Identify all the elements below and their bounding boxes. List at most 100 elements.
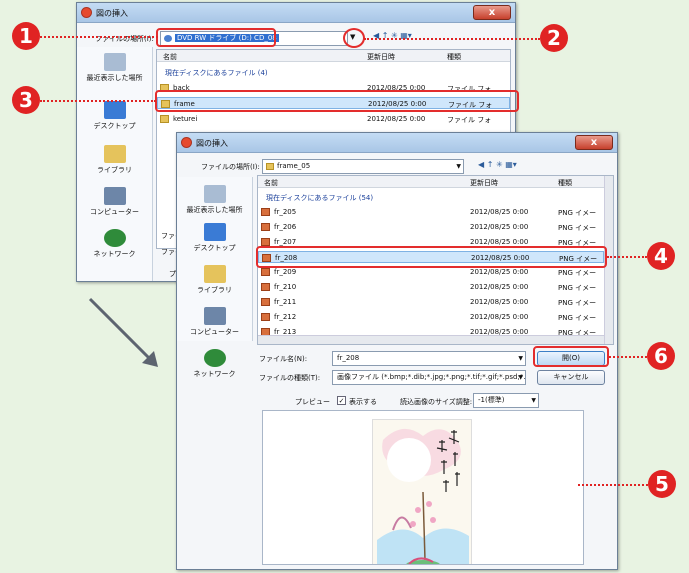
group-header: 現在ディスクにあるファイル (54)	[266, 194, 374, 202]
png-file-icon	[261, 313, 270, 321]
chevron-down-icon: ▼	[518, 355, 523, 362]
cell-type: PNG イメー	[558, 284, 597, 292]
marker-4: 4	[647, 242, 675, 270]
list-item[interactable]: fr_205 2012/08/25 0:00 PNG イメー	[258, 206, 604, 218]
group-header: 現在ディスクにあるファイル (4)	[165, 69, 268, 77]
png-file-icon	[261, 208, 270, 216]
col-type[interactable]: 種類	[447, 52, 461, 62]
col-name[interactable]: 名前	[264, 178, 278, 188]
col-date[interactable]: 更新日時	[367, 52, 395, 62]
place-desktop[interactable]: デスクトップ	[177, 223, 252, 253]
place-network[interactable]: ネットワーク	[177, 349, 252, 379]
leader-line-1	[40, 36, 158, 38]
places-bar: 最近表示した場所 デスクトップ ライブラリ コンピューター ネットワーク	[77, 47, 153, 281]
location-label: ファイルの場所(I):	[201, 163, 260, 171]
place-recent[interactable]: 最近表示した場所	[177, 185, 252, 215]
back-dialog-titlebar: 図の挿入 x	[77, 3, 515, 23]
cell-type: PNG イメー	[558, 209, 597, 217]
close-button[interactable]: x	[473, 5, 511, 20]
recent-icon	[103, 53, 126, 71]
folder-icon	[160, 115, 169, 123]
transition-arrow	[88, 297, 158, 367]
marker-3: 3	[12, 86, 40, 114]
highlight-open-button	[533, 346, 609, 367]
list-item[interactable]: fr_212 2012/08/25 0:00 PNG イメー	[258, 311, 604, 323]
leader-line-5	[578, 484, 648, 486]
place-desktop[interactable]: デスクトップ	[77, 101, 152, 131]
show-checkbox[interactable]: ✓	[337, 396, 346, 405]
network-icon	[103, 229, 126, 247]
app-icon	[81, 7, 92, 18]
cell-type: PNG イメー	[558, 299, 597, 307]
show-label: 表示する	[349, 398, 377, 406]
place-library[interactable]: ライブラリ	[177, 265, 252, 295]
png-file-icon	[261, 238, 270, 246]
col-date[interactable]: 更新日時	[470, 178, 498, 188]
cell-type: PNG イメー	[558, 269, 597, 277]
preview-label: プレビュー	[295, 398, 330, 406]
place-recent[interactable]: 最近表示した場所	[77, 53, 152, 83]
place-network[interactable]: ネットワーク	[77, 229, 152, 259]
toolbar-buttons[interactable]: ◀ ↑ ✳ ▦▾	[478, 160, 517, 169]
list-item[interactable]: fr_210 2012/08/25 0:00 PNG イメー	[258, 281, 604, 293]
filename-input[interactable]: fr_208 ▼	[332, 351, 526, 366]
place-computer[interactable]: コンピューター	[77, 187, 152, 217]
png-file-icon	[261, 268, 270, 276]
location-value: frame_05	[277, 162, 311, 170]
cell-name: fr_209	[274, 268, 297, 276]
png-file-icon	[261, 298, 270, 306]
list-item[interactable]: fr_211 2012/08/25 0:00 PNG イメー	[258, 296, 604, 308]
cancel-button[interactable]: キャンセル	[537, 370, 605, 385]
front-dialog-titlebar: 図の挿入 x	[177, 133, 617, 153]
cell-date: 2012/08/25 0:00	[470, 298, 529, 306]
cell-name: fr_207	[274, 238, 297, 246]
cell-type: PNG イメー	[558, 314, 597, 322]
cell-date: 2012/08/25 0:00	[470, 238, 529, 246]
horizontal-scrollbar[interactable]	[258, 335, 604, 344]
list-header: 名前 更新日時 種類	[258, 176, 613, 188]
marker-1: 1	[12, 22, 40, 50]
preview-image	[372, 419, 472, 564]
chevron-down-icon: ▼	[456, 163, 461, 170]
front-dialog-title: 図の挿入	[196, 139, 228, 148]
highlight-dropdown	[343, 28, 365, 48]
computer-icon	[203, 307, 226, 325]
marker-2: 2	[540, 24, 568, 52]
list-item[interactable]: fr_206 2012/08/25 0:00 PNG イメー	[258, 221, 604, 233]
filetype-label: ファイルの種類(T):	[259, 374, 321, 382]
location-combo[interactable]: frame_05 ▼	[262, 159, 464, 174]
place-library[interactable]: ライブラリ	[77, 145, 152, 175]
size-select[interactable]: -1(標準) ▼	[473, 393, 539, 408]
place-computer[interactable]: コンピューター	[177, 307, 252, 337]
highlight-frame-row	[155, 90, 519, 112]
app-icon	[181, 137, 192, 148]
marker-5: 5	[648, 470, 676, 498]
filetype-select[interactable]: 画像ファイル (*.bmp;*.dib;*.jpg;*.png;*.tif;*.…	[332, 370, 526, 385]
cell-type: PNG イメー	[558, 224, 597, 232]
leader-line-2	[364, 38, 540, 40]
marker-6: 6	[647, 342, 675, 370]
size-label: 読込画像のサイズ調整:	[400, 398, 473, 406]
col-type[interactable]: 種類	[558, 178, 572, 188]
chevron-down-icon: ▼	[531, 397, 536, 404]
folder-icon	[266, 163, 274, 170]
cell-date: 2012/08/25 0:00	[470, 208, 529, 216]
cell-date: 2012/08/25 0:00	[470, 268, 529, 276]
cell-date: 2012/08/25 0:00	[470, 223, 529, 231]
cell-name: fr_211	[274, 298, 297, 306]
png-file-icon	[261, 283, 270, 291]
places-bar: 最近表示した場所 デスクトップ ライブラリ コンピューター ネットワーク	[177, 177, 253, 378]
leader-line-3	[40, 100, 156, 102]
recent-icon	[203, 185, 226, 203]
highlight-fr208-row	[256, 246, 607, 268]
png-file-icon	[261, 223, 270, 231]
list-header: 名前 更新日時 種類	[157, 50, 510, 62]
cell-name: fr_210	[274, 283, 297, 291]
desktop-icon	[103, 101, 126, 119]
list-item[interactable]: keturei 2012/08/25 0:00 ファイル フォ	[157, 113, 510, 125]
close-button[interactable]: x	[575, 135, 613, 150]
chevron-down-icon: ▼	[518, 374, 523, 381]
col-name[interactable]: 名前	[163, 52, 177, 62]
cell-date: 2012/08/25 0:00	[470, 313, 529, 321]
preview-pane	[262, 410, 584, 565]
